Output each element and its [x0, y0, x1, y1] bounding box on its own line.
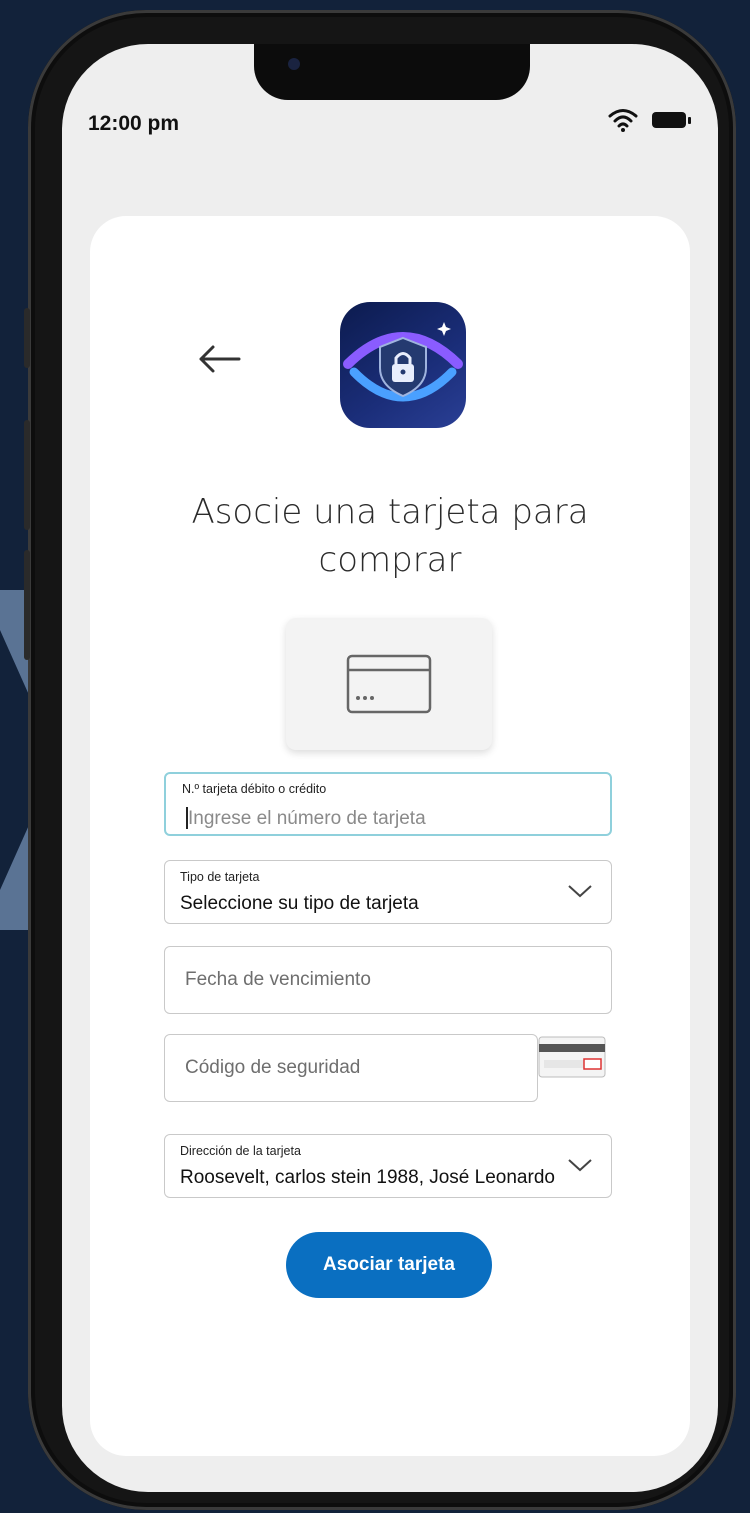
card-address-value: Roosevelt, carlos stein 1988, José Leona…: [180, 1167, 555, 1188]
associate-card-button[interactable]: Asociar tarjeta: [286, 1232, 492, 1298]
card-illustration: [286, 618, 492, 750]
status-time: 12:00 pm: [88, 112, 180, 135]
shield-lock-icon: [343, 322, 463, 402]
card-address-select[interactable]: Dirección de la tarjeta Roosevelt, carlo…: [164, 1134, 612, 1198]
card-type-value: Seleccione su tipo de tarjeta: [180, 893, 419, 914]
notch: [254, 44, 530, 100]
expiry-placeholder: Fecha de vencimiento: [185, 969, 371, 990]
back-button[interactable]: [194, 334, 244, 384]
back-arrow-icon: [199, 345, 241, 373]
card-address-label: Dirección de la tarjeta: [180, 1144, 301, 1158]
page-title: Asocie una tarjeta para comprar: [191, 492, 589, 580]
security-code-placeholder: Código de seguridad: [185, 1057, 361, 1078]
credit-card-icon: [346, 654, 432, 714]
card-type-select[interactable]: Tipo de tarjeta Seleccione su tipo de ta…: [164, 860, 612, 924]
card-number-field[interactable]: N.º tarjeta débito o crédito Ingrese el …: [164, 772, 612, 836]
phone-screen: 12:00 pm Asocie una tarjeta para comprar…: [62, 44, 718, 1492]
app-logo: [340, 302, 466, 428]
card-number-placeholder: Ingrese el número de tarjeta: [188, 808, 426, 829]
card-back-cvv-icon: [538, 1036, 606, 1078]
form-card: Asocie una tarjeta para comprar N.º tarj…: [90, 216, 690, 1456]
expiry-date-field[interactable]: Fecha de vencimiento: [164, 946, 612, 1014]
security-code-field[interactable]: Código de seguridad: [164, 1034, 538, 1102]
card-number-label: N.º tarjeta débito o crédito: [182, 782, 327, 796]
chevron-down-icon: [568, 1159, 592, 1172]
wifi-icon: [608, 109, 638, 132]
card-type-label: Tipo de tarjeta: [180, 870, 260, 884]
status-icons: [608, 108, 691, 132]
chevron-down-icon: [568, 885, 592, 898]
battery-icon: [652, 112, 691, 128]
